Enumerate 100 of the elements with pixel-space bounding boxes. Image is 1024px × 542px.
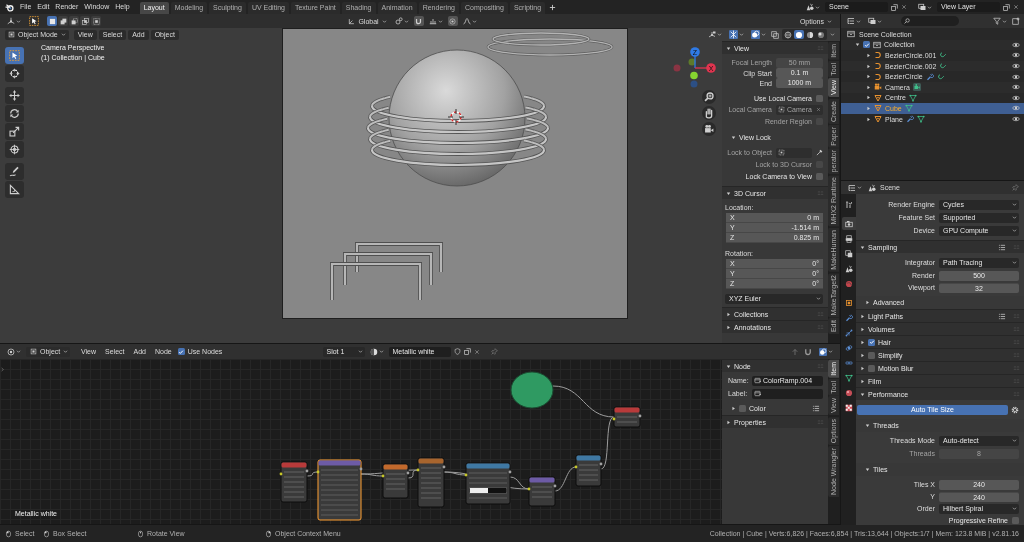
close-icon[interactable]: [1013, 4, 1019, 10]
move-icon[interactable]: [5, 87, 24, 104]
checkbox[interactable]: [868, 338, 875, 346]
editor-type-selector[interactable]: [846, 182, 864, 193]
overlays-dropdown[interactable]: [817, 346, 835, 357]
gizmo-dropdown[interactable]: [727, 29, 746, 40]
pencil-icon[interactable]: [5, 163, 24, 180]
wrench-icon[interactable]: [905, 115, 914, 124]
shaded-sphere-icon[interactable]: [816, 30, 826, 39]
select-box-icon[interactable]: [29, 16, 39, 26]
squares-icon[interactable]: [69, 16, 79, 26]
wireframe-sphere-icon[interactable]: [783, 30, 793, 39]
disclosure-triangle-icon[interactable]: [866, 53, 871, 58]
checkbox[interactable]: [1012, 517, 1019, 524]
copy-icon[interactable]: [463, 348, 471, 355]
triangle-mesh-icon[interactable]: [904, 104, 913, 113]
target-circle-icon[interactable]: [447, 16, 458, 26]
filter-dropdown[interactable]: [991, 16, 1009, 26]
disclosure-triangle-icon[interactable]: [866, 95, 871, 101]
disclosure-triangle-icon[interactable]: [865, 423, 870, 428]
squares-icon[interactable]: [80, 16, 90, 26]
half-sphere-icon[interactable]: [805, 30, 815, 39]
disclosure-triangle-icon[interactable]: [726, 363, 731, 369]
disclosure-triangle-icon[interactable]: [860, 378, 865, 384]
hand-icon[interactable]: [702, 106, 716, 120]
select-box-icon[interactable]: [5, 47, 24, 64]
zoom-icon[interactable]: [702, 90, 716, 104]
crosshair-icon[interactable]: [5, 141, 24, 158]
search-field[interactable]: [901, 16, 959, 26]
node[interactable]: [612, 406, 642, 428]
pivot-dropdown[interactable]: [392, 16, 411, 26]
hook-icon[interactable]: [939, 51, 948, 60]
shield-icon[interactable]: [453, 348, 461, 355]
eye-icon[interactable]: [1012, 115, 1020, 124]
list-icon[interactable]: [998, 243, 1006, 251]
hook-icon[interactable]: [939, 62, 948, 71]
overlapping-squares-icon[interactable]: [771, 30, 779, 39]
editor-type-selector[interactable]: [5, 346, 23, 357]
disclosure-triangle-icon[interactable]: [860, 352, 865, 358]
disclosure-triangle-icon[interactable]: [860, 244, 865, 250]
checkbox[interactable]: [816, 172, 823, 180]
disclosure-triangle-icon[interactable]: [860, 365, 865, 371]
camera-icon[interactable]: [841, 217, 856, 230]
triangle-mesh-icon[interactable]: [909, 93, 917, 102]
eye-icon[interactable]: [1012, 62, 1020, 71]
disclosure-triangle-icon[interactable]: [860, 326, 865, 332]
close-icon[interactable]: [901, 4, 907, 10]
wrench-icon[interactable]: [925, 72, 934, 81]
rotate-icon[interactable]: [5, 105, 24, 122]
magnet-icon[interactable]: [804, 347, 812, 356]
target-icon[interactable]: [5, 65, 24, 82]
scale-icon[interactable]: [5, 123, 24, 140]
node[interactable]: [527, 476, 557, 507]
checkbox[interactable]: [816, 94, 823, 102]
ruler-icon[interactable]: [5, 181, 24, 198]
squares-icon[interactable]: [47, 16, 57, 26]
solid-sphere-icon[interactable]: [794, 30, 804, 39]
logo-icon[interactable]: [5, 2, 14, 12]
node[interactable]: [381, 463, 410, 499]
triangle-mesh-icon[interactable]: [916, 115, 925, 124]
disclosure-triangle-icon[interactable]: [860, 391, 865, 397]
disclosure-triangle-icon[interactable]: [865, 467, 870, 472]
disclosure-triangle-icon[interactable]: [731, 406, 736, 411]
list-icon[interactable]: [998, 312, 1006, 320]
checkbox[interactable]: [177, 348, 185, 355]
scene-selector[interactable]: [804, 2, 822, 12]
round-node[interactable]: [510, 371, 554, 409]
disclosure-triangle-icon[interactable]: [726, 324, 731, 330]
eye-icon[interactable]: [1012, 104, 1020, 113]
hook-icon[interactable]: [936, 72, 945, 81]
disclosure-triangle-icon[interactable]: [866, 105, 871, 111]
caret-icon[interactable]: [830, 32, 835, 37]
squares-icon[interactable]: [58, 16, 68, 26]
eye-icon[interactable]: [1012, 51, 1020, 60]
checkbox[interactable]: [863, 41, 870, 49]
copy-icon[interactable]: [1003, 3, 1010, 11]
settings-icon[interactable]: [1011, 405, 1019, 414]
text-field[interactable]: [752, 388, 823, 399]
node[interactable]: [279, 461, 309, 503]
node[interactable]: [316, 459, 363, 521]
squares-icon[interactable]: [91, 16, 101, 26]
disclosure-triangle-icon[interactable]: [866, 84, 871, 90]
editor-type-selector[interactable]: [5, 16, 23, 26]
display-mode-dropdown[interactable]: [845, 16, 863, 26]
checkbox[interactable]: [868, 351, 875, 359]
disclosure-triangle-icon[interactable]: [866, 63, 871, 69]
close-icon[interactable]: [473, 348, 480, 355]
new-collection-icon[interactable]: [1012, 17, 1020, 25]
camera-icon[interactable]: [912, 83, 921, 92]
overlays-dropdown[interactable]: [749, 29, 768, 40]
node[interactable]: [574, 454, 603, 487]
list-icon[interactable]: [812, 405, 820, 412]
disclosure-triangle-icon[interactable]: [860, 339, 865, 345]
disclosure-triangle-icon[interactable]: [855, 42, 860, 48]
view-layer-selector[interactable]: [916, 2, 934, 12]
object-types-dropdown[interactable]: [706, 29, 724, 40]
magnet-icon[interactable]: [413, 16, 424, 26]
node[interactable]: [464, 462, 512, 505]
eye-icon[interactable]: [1012, 72, 1020, 81]
checkbox[interactable]: [739, 405, 746, 412]
